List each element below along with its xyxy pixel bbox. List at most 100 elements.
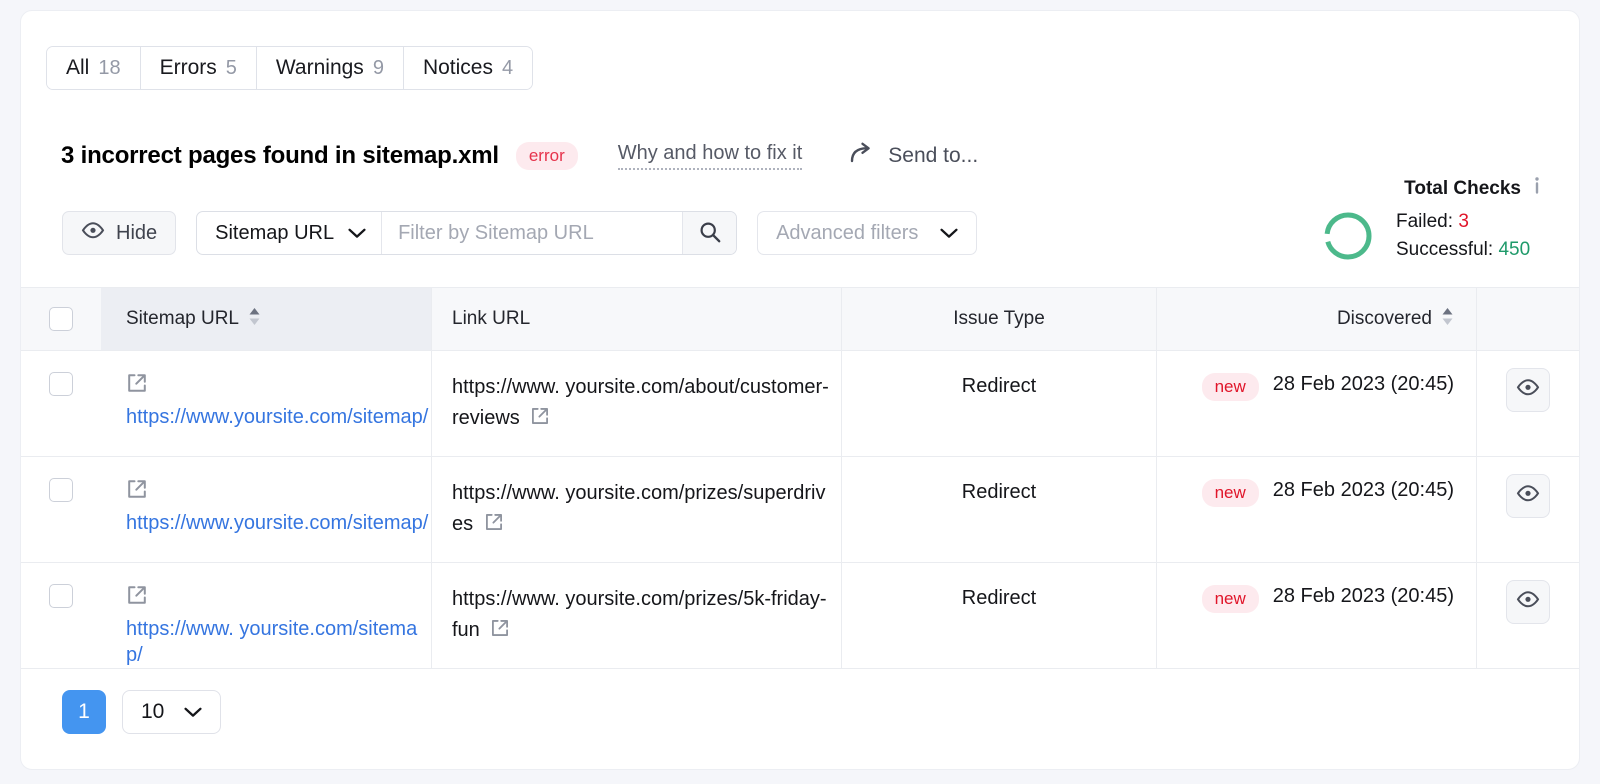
tab-warnings-label: Warnings (275, 56, 364, 79)
discovered-date: 28 Feb 2023 (20:45) (1272, 373, 1454, 395)
successful-label: Successful: (1396, 238, 1494, 260)
cell-actions (1476, 563, 1579, 668)
external-link-icon[interactable] (484, 511, 504, 542)
column-header-link-url[interactable]: Link URL (431, 288, 841, 350)
issue-detail-card: All 18 Errors 5 Warnings 9 Notices 4 3 i… (20, 10, 1580, 770)
view-issue-button[interactable] (1506, 474, 1550, 518)
tab-errors[interactable]: Errors 5 (140, 47, 257, 89)
checks-stats: Failed: 3 Successful: 450 (1396, 208, 1541, 263)
external-link-icon (126, 478, 431, 507)
issue-type-text: Redirect (961, 375, 1037, 397)
table-row[interactable]: https://www. yoursite.com/sitemap/ https… (21, 563, 1579, 669)
column-header-issue-type-label: Issue Type (953, 308, 1045, 329)
issues-table: Sitemap URL Link URL Issue Type Discover… (21, 287, 1579, 669)
hide-label: Hide (116, 221, 158, 244)
column-header-discovered[interactable]: Discovered (1156, 288, 1476, 350)
sort-icon (1441, 307, 1454, 332)
column-header-issue-type[interactable]: Issue Type (841, 288, 1156, 350)
cell-discovered: new 28 Feb 2023 (20:45) (1156, 457, 1476, 562)
tab-all-label: All (66, 56, 90, 79)
column-header-sitemap-url[interactable]: Sitemap URL (101, 288, 431, 350)
issue-type-text: Redirect (961, 587, 1037, 609)
info-icon[interactable] (1533, 176, 1541, 202)
page-button-1[interactable]: 1 (62, 690, 106, 734)
select-all-checkbox[interactable] (49, 307, 73, 331)
successful-stat: Successful: 450 (1396, 236, 1541, 264)
cell-actions (1476, 351, 1579, 456)
page-root: All 18 Errors 5 Warnings 9 Notices 4 3 i… (0, 0, 1600, 784)
failed-value: 3 (1458, 211, 1469, 232)
eye-icon (81, 221, 105, 245)
table-header-row: Sitemap URL Link URL Issue Type Discover… (21, 287, 1579, 351)
search-group: Sitemap URL (196, 211, 738, 255)
total-checks-widget: Total Checks Failed: 3 Successful: 450 (1311, 176, 1541, 263)
cell-link-url: https://www. yoursite.com/prizes/superdr… (431, 457, 841, 562)
external-link-icon[interactable] (490, 617, 510, 648)
row-checkbox[interactable] (49, 584, 73, 608)
row-checkbox[interactable] (49, 478, 73, 502)
view-issue-button[interactable] (1506, 368, 1550, 412)
external-link-icon[interactable] (530, 405, 550, 436)
hide-button[interactable]: Hide (62, 211, 177, 255)
cell-issue-type: Redirect (841, 457, 1156, 562)
column-header-sitemap-url-label: Sitemap URL (126, 308, 239, 329)
cell-discovered: new 28 Feb 2023 (20:45) (1156, 563, 1476, 668)
cell-discovered: new 28 Feb 2023 (20:45) (1156, 351, 1476, 456)
tab-all-count: 18 (98, 56, 121, 79)
status-badge: error (515, 142, 578, 170)
cell-link-url: https://www. yoursite.com/prizes/5k-frid… (431, 563, 841, 668)
total-checks-header: Total Checks (1311, 176, 1541, 202)
filter-toolbar: Hide Sitemap URL Filter by Sitemap URL A… (62, 211, 978, 255)
column-header-discovered-label: Discovered (1336, 308, 1432, 329)
cell-issue-type: Redirect (841, 351, 1156, 456)
eye-icon (1516, 590, 1540, 614)
sitemap-url-link[interactable]: https://www.yoursite.com/sitemap/ (126, 512, 428, 534)
external-link-icon (126, 584, 431, 613)
chevron-down-icon (184, 700, 202, 724)
tab-notices-count: 4 (501, 56, 514, 79)
table-row[interactable]: https://www.yoursite.com/sitemap/ https:… (21, 351, 1579, 457)
eye-icon (1516, 484, 1540, 508)
tab-warnings-count: 9 (372, 56, 384, 79)
issue-type-text: Redirect (961, 481, 1037, 503)
column-select[interactable]: Sitemap URL (197, 212, 383, 254)
failed-label: Failed: (1396, 211, 1454, 232)
cell-issue-type: Redirect (841, 563, 1156, 668)
pagination: 1 10 (62, 690, 222, 734)
send-to-label: Send to... (888, 144, 979, 167)
failed-stat: Failed: 3 (1396, 208, 1541, 236)
cell-link-url: https://www. yoursite.com/about/customer… (431, 351, 841, 456)
discovered-date: 28 Feb 2023 (20:45) (1272, 479, 1454, 501)
total-checks-title: Total Checks (1404, 178, 1521, 199)
advanced-filters-label: Advanced filters (776, 221, 919, 244)
search-input[interactable] (382, 212, 683, 254)
row-select-cell (21, 563, 101, 668)
sitemap-url-link[interactable]: https://www. yoursite.com/sitemap/ (126, 618, 417, 666)
tab-warnings[interactable]: Warnings 9 (256, 47, 404, 89)
per-page-select[interactable]: 10 (122, 690, 222, 734)
advanced-filters-dropdown[interactable]: Advanced filters (757, 211, 978, 255)
link-url-text: https://www. yoursite.com/about/customer… (452, 376, 829, 429)
table-row[interactable]: https://www.yoursite.com/sitemap/ https:… (21, 457, 1579, 563)
tab-notices-label: Notices (422, 56, 493, 79)
column-header-link-url-label: Link URL (452, 308, 531, 329)
sitemap-url-link[interactable]: https://www.yoursite.com/sitemap/ (126, 406, 428, 428)
new-badge: new (1201, 373, 1259, 401)
tab-notices[interactable]: Notices 4 (403, 47, 533, 89)
send-to-button[interactable]: Send to... (850, 142, 978, 170)
row-checkbox[interactable] (49, 372, 73, 396)
issue-filter-tabs: All 18 Errors 5 Warnings 9 Notices 4 (46, 46, 534, 90)
view-issue-button[interactable] (1506, 580, 1550, 624)
why-how-to-fix-link[interactable]: Why and how to fix it (617, 142, 803, 170)
row-select-cell (21, 457, 101, 562)
cell-sitemap-url: https://www. yoursite.com/sitemap/ (101, 563, 431, 668)
tab-errors-label: Errors (159, 56, 217, 79)
search-button[interactable] (682, 212, 737, 254)
total-checks-body: Failed: 3 Successful: 450 (1311, 208, 1541, 263)
checks-donut-chart (1322, 210, 1374, 262)
per-page-value: 10 (141, 700, 165, 723)
external-link-icon (126, 372, 431, 401)
tab-all[interactable]: All 18 (47, 47, 141, 89)
cell-actions (1476, 457, 1579, 562)
share-arrow-icon (850, 142, 876, 170)
